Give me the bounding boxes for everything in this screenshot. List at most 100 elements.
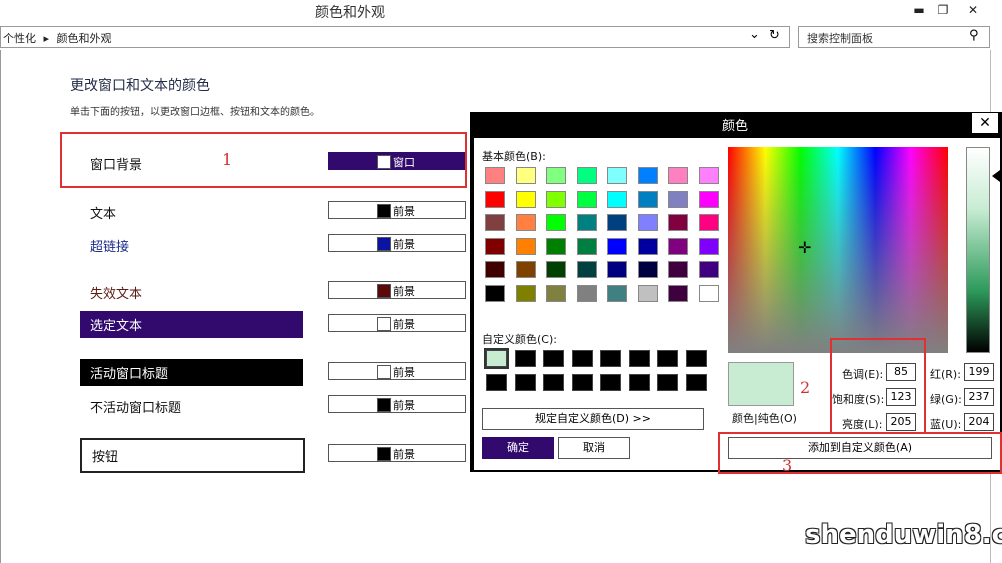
restore-button[interactable]: ❐ [930, 0, 956, 22]
basic-color-swatch[interactable] [485, 190, 505, 208]
item-label-button: 按钮 [80, 438, 305, 473]
crosshair-icon[interactable]: ✛ [798, 238, 811, 257]
inactive-title-color-button[interactable]: 前景 [328, 395, 466, 413]
basic-color-swatch[interactable] [515, 237, 536, 255]
text-color-button[interactable]: 前景 [328, 201, 466, 219]
basic-color-swatch[interactable] [607, 190, 627, 208]
green-input[interactable]: 237 [964, 388, 994, 406]
basic-color-swatch[interactable] [576, 190, 597, 208]
cancel-button[interactable]: 取消 [558, 437, 630, 459]
custom-color-swatch[interactable] [628, 350, 650, 367]
custom-color-swatch[interactable] [514, 374, 536, 391]
custom-color-swatch[interactable] [543, 350, 564, 367]
basic-color-swatch[interactable] [515, 284, 536, 302]
basic-color-swatch[interactable] [607, 261, 627, 278]
breadcrumb-color-appearance[interactable]: 颜色和外观 [57, 32, 112, 45]
basic-color-swatch[interactable] [698, 261, 719, 278]
basic-color-swatch[interactable] [698, 190, 719, 208]
basic-color-swatch[interactable] [576, 214, 597, 231]
luminance-arrow-icon[interactable] [992, 170, 1000, 182]
basic-color-swatch[interactable] [698, 167, 719, 184]
address-bar[interactable]: 个性化 ▸ 颜色和外观 ⌄ ↻ [0, 26, 790, 48]
preview-label[interactable]: 颜色|纯色(O) [732, 410, 797, 426]
basic-color-swatch[interactable] [515, 261, 536, 278]
custom-color-swatch[interactable] [685, 374, 707, 391]
blue-input[interactable]: 204 [964, 413, 994, 431]
basic-color-swatch[interactable] [576, 261, 597, 278]
basic-color-swatch[interactable] [515, 190, 536, 208]
chevron-right-icon: ▸ [43, 32, 50, 45]
custom-color-swatch[interactable] [543, 374, 564, 391]
close-window-button[interactable]: ✕ [960, 0, 986, 22]
basic-color-swatch[interactable] [668, 214, 688, 231]
basic-color-swatch[interactable] [607, 214, 627, 231]
search-input[interactable]: 搜索控制面板 [807, 30, 873, 46]
basic-color-swatch[interactable] [546, 214, 566, 231]
disabled-text-color-button[interactable]: 前景 [328, 281, 466, 299]
basic-color-swatch[interactable] [546, 167, 566, 184]
custom-color-swatch[interactable] [657, 350, 678, 367]
basic-color-swatch[interactable] [576, 284, 597, 302]
custom-color-swatch[interactable] [571, 374, 593, 391]
basic-color-swatch[interactable] [668, 190, 688, 208]
dialog-close-button[interactable]: ✕ [972, 113, 998, 133]
basic-color-swatch[interactable] [637, 214, 658, 231]
basic-color-swatch[interactable] [698, 214, 719, 231]
basic-color-swatch[interactable] [485, 167, 505, 184]
basic-color-swatch[interactable] [546, 237, 566, 255]
minimize-button[interactable]: ▬ [906, 0, 932, 22]
basic-color-swatch[interactable] [546, 190, 566, 208]
basic-color-swatch[interactable] [546, 261, 566, 278]
custom-color-swatch[interactable] [486, 374, 507, 391]
custom-color-swatch[interactable] [657, 374, 678, 391]
hyperlink-color-button[interactable]: 前景 [328, 234, 466, 252]
basic-color-swatch[interactable] [637, 190, 658, 208]
active-title-color-button[interactable]: 前景 [328, 362, 466, 380]
basic-color-swatch[interactable] [668, 237, 688, 255]
basic-color-swatch[interactable] [607, 284, 627, 302]
button-color-button[interactable]: 前景 [328, 444, 466, 462]
basic-color-swatch[interactable] [637, 237, 658, 255]
search-icon[interactable]: ⚲ [969, 28, 979, 43]
custom-color-swatch[interactable] [685, 350, 707, 367]
basic-color-swatch[interactable] [485, 261, 505, 278]
custom-color-swatch[interactable] [628, 374, 650, 391]
basic-color-swatch[interactable] [637, 167, 658, 184]
panel-border [0, 50, 1, 563]
basic-color-swatch[interactable] [485, 214, 505, 231]
custom-color-swatch[interactable] [600, 350, 621, 367]
custom-color-swatch[interactable] [600, 374, 621, 391]
basic-color-swatch[interactable] [515, 167, 536, 184]
basic-color-swatch[interactable] [607, 167, 627, 184]
basic-color-swatch[interactable] [607, 237, 627, 255]
chevron-down-icon[interactable]: ⌄ [749, 27, 760, 42]
define-custom-colors-button[interactable]: 规定自定义颜色(D) >> [482, 408, 704, 430]
breadcrumb-personalization[interactable]: 个性化 [3, 32, 36, 45]
basic-color-swatch[interactable] [637, 261, 658, 278]
basic-color-swatch[interactable] [576, 237, 597, 255]
basic-color-swatch[interactable] [485, 284, 505, 302]
custom-color-swatch[interactable] [484, 348, 509, 369]
basic-color-swatch[interactable] [515, 214, 536, 231]
color-spectrum[interactable] [728, 147, 948, 353]
basic-color-swatch[interactable] [668, 167, 688, 184]
red-input[interactable]: 199 [964, 363, 994, 381]
basic-color-swatch[interactable] [668, 284, 688, 302]
annotation-number-2: 2 [800, 378, 811, 397]
watermark: shenduwin8.com [805, 520, 1002, 550]
basic-color-swatch[interactable] [576, 167, 597, 184]
basic-color-swatch[interactable] [546, 284, 566, 302]
luminance-slider[interactable] [966, 147, 990, 353]
search-box[interactable]: 搜索控制面板 ⚲ [798, 26, 990, 48]
refresh-icon[interactable]: ↻ [769, 28, 780, 43]
ok-button[interactable]: 确定 [482, 437, 554, 459]
basic-color-swatch[interactable] [698, 237, 719, 255]
custom-color-swatch[interactable] [571, 350, 593, 367]
basic-color-swatch[interactable] [698, 284, 719, 302]
basic-color-swatch[interactable] [485, 237, 505, 255]
breadcrumb: 个性化 ▸ 颜色和外观 [3, 30, 112, 46]
selected-text-color-button[interactable]: 前景 [328, 314, 466, 332]
custom-color-swatch[interactable] [514, 350, 536, 367]
basic-color-swatch[interactable] [668, 261, 688, 278]
basic-color-swatch[interactable] [637, 284, 658, 302]
